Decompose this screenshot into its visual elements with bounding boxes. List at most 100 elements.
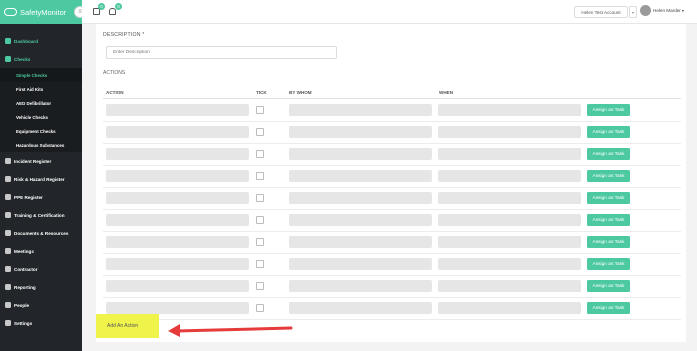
sidebar-item-risk-hazard-register[interactable]: Risk & Hazard Register [0,170,82,188]
when-input[interactable] [438,280,581,292]
action-input[interactable] [106,148,249,160]
tick-checkbox[interactable] [256,238,264,246]
action-input[interactable] [106,192,249,204]
by-whom-input[interactable] [289,236,432,248]
assign-task-button[interactable]: Assign as Task [587,302,630,314]
action-input[interactable] [106,302,249,314]
add-action-button[interactable]: Add An Action [96,314,159,338]
tick-checkbox[interactable] [256,128,264,136]
sidebar-item-label: Meetings [14,248,34,254]
sidebar-subitem-aed-defibrillator[interactable]: AED Defibrillator [0,96,82,110]
action-input[interactable] [106,104,249,116]
sidebar-item-documents-resources[interactable]: Documents & Resources [0,224,82,242]
when-input[interactable] [438,214,581,226]
assign-task-button[interactable]: Assign as Task [587,258,630,270]
check-form-panel: DESCRIPTION * ACTIONS ACTION TICK BY WHO… [96,24,686,342]
row-divider [103,121,681,122]
action-input[interactable] [106,214,249,226]
assign-task-button[interactable]: Assign as Task [587,214,630,226]
when-input[interactable] [438,148,581,160]
tick-checkbox[interactable] [256,150,264,158]
sidebar-item-dashboard[interactable]: Dashboard [0,32,82,50]
when-input[interactable] [438,192,581,204]
by-whom-input[interactable] [289,104,432,116]
sidebar-subitem-equipment-checks[interactable]: Equipment Checks [0,124,82,138]
sidebar-subitem-first-aid-kits[interactable]: First Aid Kits [0,82,82,96]
actions-section-label: ACTIONS [103,70,126,76]
row-divider [103,297,681,298]
row-divider [103,165,681,166]
action-input[interactable] [106,236,249,248]
action-input[interactable] [106,126,249,138]
when-input[interactable] [438,258,581,270]
row-divider [103,209,681,210]
description-label: DESCRIPTION * [103,32,145,38]
sidebar-item-reporting[interactable]: Reporting [0,278,82,296]
sidebar-item-label: PPE Register [14,194,43,200]
wrench-icon [5,194,11,200]
tick-checkbox[interactable] [256,304,264,312]
tick-checkbox[interactable] [256,216,264,224]
pencil-icon [5,266,11,272]
by-whom-input[interactable] [289,192,432,204]
sidebar-item-ppe-register[interactable]: PPE Register [0,188,82,206]
tick-checkbox[interactable] [256,282,264,290]
sidebar-item-people[interactable]: People [0,296,82,314]
when-input[interactable] [438,236,581,248]
action-input[interactable] [106,170,249,182]
assign-task-button[interactable]: Assign as Task [587,280,630,292]
sidebar-subitem-hazardous-substances[interactable]: Hazardous Substances [0,138,82,152]
column-header-action: ACTION [106,90,124,95]
description-input[interactable] [106,46,337,59]
sidebar-subitem-simple-checks[interactable]: Simple Checks [0,68,82,82]
column-header-when: WHEN [439,90,454,95]
assign-task-button[interactable]: Assign as Task [587,104,630,116]
account-selector[interactable]: Helen Test Account [574,6,628,18]
people-icon [5,302,11,308]
tick-checkbox[interactable] [256,106,264,114]
when-input[interactable] [438,302,581,314]
sidebar-item-incident-register[interactable]: Incident Register [0,152,82,170]
notifications-badge: 0 [115,3,122,10]
tick-checkbox[interactable] [256,260,264,268]
top-bar: 0 0 Helen Test Account ▾ Helen Marder ▾ [82,0,697,24]
sidebar-item-settings[interactable]: Settings [0,314,82,332]
user-menu[interactable]: Helen Marder ▾ [640,5,684,16]
bell-icon[interactable] [109,8,116,15]
by-whom-input[interactable] [289,170,432,182]
account-dropdown-button[interactable]: ▾ [629,6,637,18]
assign-task-button[interactable]: Assign as Task [587,126,630,138]
checks-submenu: Simple Checks First Aid Kits AED Defibri… [0,68,82,152]
graduation-icon [5,212,11,218]
sidebar-item-label: Settings [14,320,33,326]
chart-icon [5,284,11,290]
sidebar-item-label: Contractor [14,266,38,272]
assign-task-button[interactable]: Assign as Task [587,170,630,182]
assign-task-button[interactable]: Assign as Task [587,148,630,160]
sidebar-item-label: Incident Register [14,158,52,164]
action-input[interactable] [106,258,249,270]
by-whom-input[interactable] [289,214,432,226]
action-input[interactable] [106,280,249,292]
sidebar-item-label: Checks [14,56,31,62]
tick-checkbox[interactable] [256,194,264,202]
when-input[interactable] [438,126,581,138]
assign-task-button[interactable]: Assign as Task [587,236,630,248]
messages-badge: 0 [98,3,105,10]
sidebar-item-meetings[interactable]: Meetings [0,242,82,260]
tick-checkbox[interactable] [256,172,264,180]
sidebar-item-contractor[interactable]: Contractor [0,260,82,278]
assign-task-button[interactable]: Assign as Task [587,192,630,204]
by-whom-input[interactable] [289,258,432,270]
sidebar-item-checks[interactable]: Checks [0,50,82,68]
by-whom-input[interactable] [289,148,432,160]
when-input[interactable] [438,104,581,116]
by-whom-input[interactable] [289,302,432,314]
by-whom-input[interactable] [289,280,432,292]
by-whom-input[interactable] [289,126,432,138]
edit-icon [5,158,11,164]
sidebar-item-training-certification[interactable]: Training & Certification [0,206,82,224]
sidebar-subitem-vehicle-checks[interactable]: Vehicle Checks [0,110,82,124]
when-input[interactable] [438,170,581,182]
sidebar-item-label: People [14,302,30,308]
